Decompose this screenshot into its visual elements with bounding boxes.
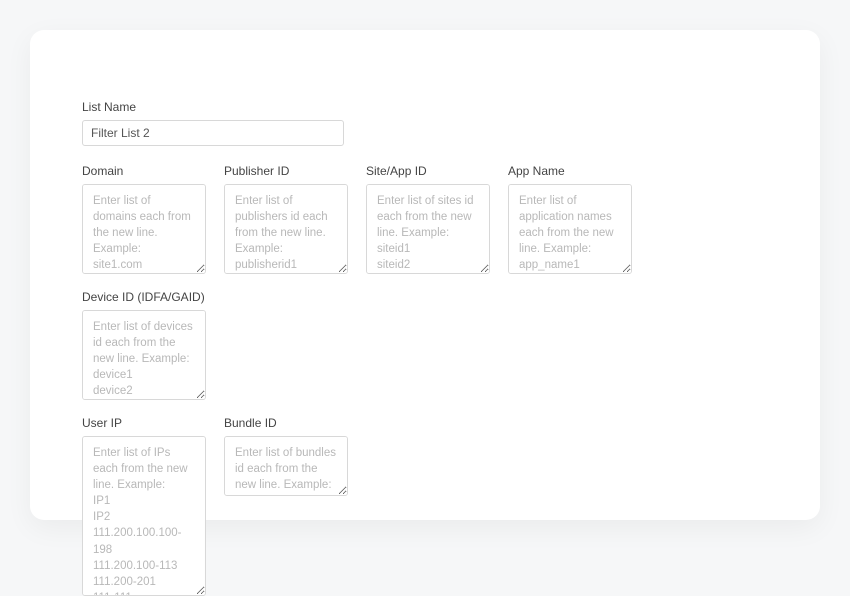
bundle-id-textarea[interactable] xyxy=(224,436,348,496)
domain-textarea[interactable] xyxy=(82,184,206,274)
filter-list-form: List Name Domain Publisher ID Site/App I… xyxy=(30,30,820,520)
bundle-id-field-group: Bundle ID xyxy=(224,416,348,496)
publisher-id-textarea[interactable] xyxy=(224,184,348,274)
site-app-id-label: Site/App ID xyxy=(366,164,490,178)
publisher-id-field-group: Publisher ID xyxy=(224,164,348,274)
list-name-field-group: List Name xyxy=(82,100,344,146)
device-id-field-group: Device ID (IDFA/GAID) xyxy=(82,290,206,400)
list-name-label: List Name xyxy=(82,100,344,114)
bundle-id-label: Bundle ID xyxy=(224,416,348,430)
user-ip-label: User IP xyxy=(82,416,206,430)
app-name-label: App Name xyxy=(508,164,632,178)
user-ip-textarea[interactable] xyxy=(82,436,206,596)
device-id-label: Device ID (IDFA/GAID) xyxy=(82,290,206,304)
publisher-id-label: Publisher ID xyxy=(224,164,348,178)
list-name-input[interactable] xyxy=(82,120,344,146)
app-name-textarea[interactable] xyxy=(508,184,632,274)
site-app-id-field-group: Site/App ID xyxy=(366,164,490,274)
device-id-textarea[interactable] xyxy=(82,310,206,400)
user-ip-field-group: User IP xyxy=(82,416,206,596)
domain-field-group: Domain xyxy=(82,164,206,274)
site-app-id-textarea[interactable] xyxy=(366,184,490,274)
app-name-field-group: App Name xyxy=(508,164,632,274)
domain-label: Domain xyxy=(82,164,206,178)
